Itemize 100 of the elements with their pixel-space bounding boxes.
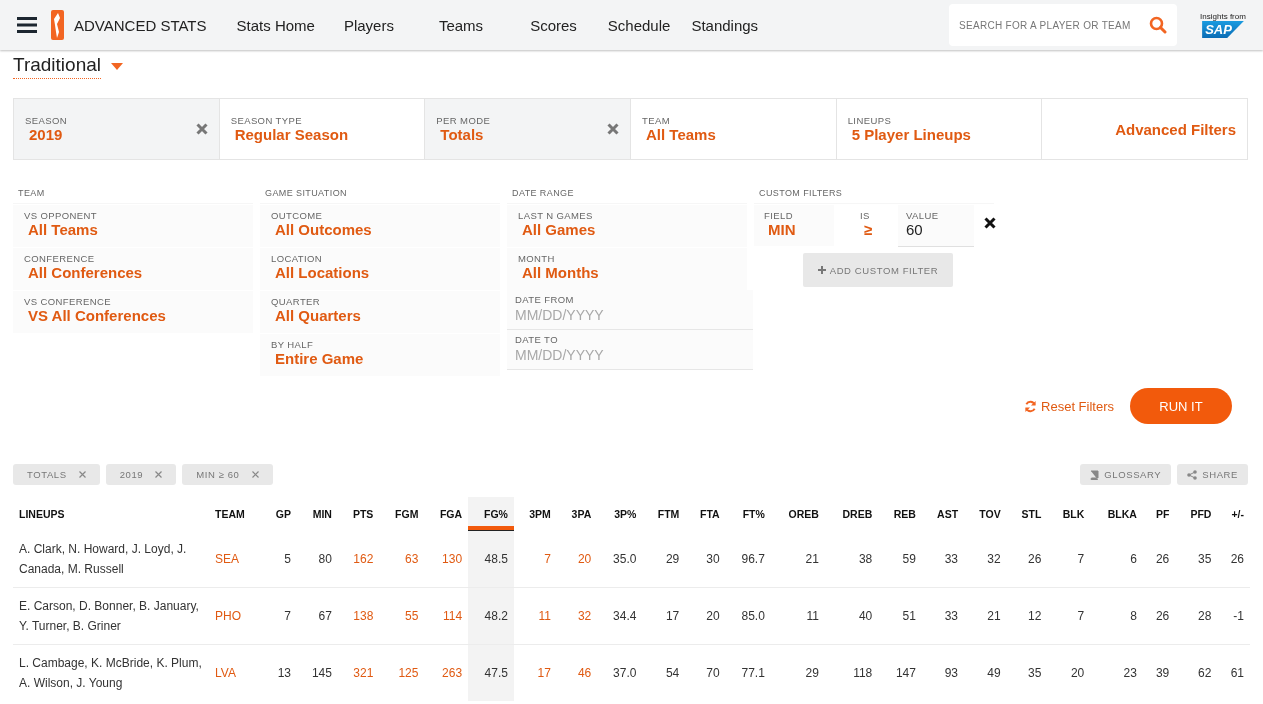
filter-chip[interactable]: TOTALS	[13, 464, 100, 485]
column-header[interactable]: MIN	[297, 497, 338, 531]
reset-filters-link[interactable]: Reset Filters	[1024, 398, 1114, 414]
clear-icon[interactable]	[195, 123, 208, 135]
table-link[interactable]: 263	[442, 666, 463, 680]
remove-icon[interactable]	[984, 217, 996, 229]
nav-link[interactable]: Scores	[530, 16, 577, 34]
column-header[interactable]: FGM	[379, 497, 425, 531]
plus-icon	[817, 266, 826, 274]
column-header[interactable]: TOV	[964, 497, 1007, 531]
column-header[interactable]: FG%	[468, 497, 514, 531]
column-header[interactable]: DREB	[824, 497, 879, 531]
filter-dropdown[interactable]: PER MODE Totals	[425, 99, 631, 159]
date-field[interactable]: MM/DD/YYYY	[515, 305, 745, 323]
column-header[interactable]: 3P%	[597, 497, 643, 531]
table-cell: 34.4	[613, 609, 637, 623]
close-icon[interactable]	[155, 471, 163, 478]
filter-chip[interactable]: MIN ≥ 60	[182, 464, 273, 485]
table-cell: 59	[902, 551, 916, 566]
table-cell: 20	[706, 609, 720, 623]
filter-dropdown[interactable]: QUARTER All Quarters	[260, 291, 500, 333]
close-icon[interactable]	[78, 471, 86, 478]
nav-link[interactable]: Stats Home	[236, 16, 315, 34]
table-cell: 7	[1077, 551, 1085, 566]
sponsor-logo[interactable]: SAP	[1202, 21, 1244, 38]
table-cell: 49	[987, 666, 1001, 680]
operator-dropdown[interactable]: IS ≥	[852, 205, 898, 246]
date-field[interactable]: MM/DD/YYYY	[515, 345, 745, 363]
table-link[interactable]: 63	[405, 551, 419, 566]
table-link[interactable]: 162	[353, 551, 374, 566]
column-header[interactable]: STL	[1006, 497, 1048, 531]
filter-dropdown[interactable]: VS CONFERENCE VS All Conferences	[13, 291, 253, 333]
filter-dropdown[interactable]: LAST N GAMES All Games	[507, 205, 747, 247]
column-header[interactable]: LINEUPS	[13, 497, 209, 531]
run-button[interactable]: RUN IT	[1130, 388, 1232, 424]
filter-dropdown[interactable]: LOCATION All Locations	[260, 248, 500, 290]
menu-icon[interactable]	[17, 17, 37, 33]
table-link[interactable]: 11	[538, 609, 551, 623]
column-header[interactable]: AST	[921, 497, 965, 531]
filter-chip[interactable]: 2019	[105, 464, 177, 485]
search-field[interactable]: SEARCH FOR A PLAYER OR TEAM	[949, 4, 1177, 46]
table-cell: 33	[944, 551, 959, 566]
table-link[interactable]: 7	[544, 551, 551, 566]
table-cell: 40	[858, 609, 873, 623]
add-custom-filter-button[interactable]: ADD CUSTOM FILTER	[803, 253, 953, 287]
table-link[interactable]: 321	[353, 666, 374, 680]
filter-dropdown[interactable]: VS OPPONENT All Teams	[13, 205, 253, 247]
column-header[interactable]: FTA	[685, 497, 726, 531]
column-header[interactable]: PTS	[337, 497, 380, 531]
date-filter[interactable]: DATE FROM MM/DD/YYYY	[507, 290, 753, 330]
nav-link[interactable]: Teams	[438, 16, 484, 34]
filter-dropdown[interactable]: CONFERENCE All Conferences	[13, 248, 253, 290]
table-link[interactable]: 130	[442, 551, 463, 566]
date-filter[interactable]: DATE TO MM/DD/YYYY	[507, 330, 753, 370]
column-header[interactable]: BLKA	[1090, 497, 1143, 531]
nav-link[interactable]: Standings	[691, 16, 759, 34]
table-link[interactable]: 138	[353, 609, 374, 623]
field-dropdown[interactable]: FIELD MIN	[754, 205, 834, 246]
table-cell: 67	[318, 609, 332, 623]
table-link[interactable]: 32	[577, 609, 592, 623]
table-link[interactable]: 20	[577, 551, 592, 566]
table-link[interactable]: 55	[405, 609, 419, 623]
table-link[interactable]: 17	[537, 666, 551, 680]
column-header[interactable]: PFD	[1175, 497, 1218, 531]
filter-dropdown[interactable]: MONTH All Months	[507, 248, 747, 290]
filter-dropdown[interactable]: BY HALF Entire Game	[260, 334, 500, 376]
brand-title[interactable]: ADVANCED STATS	[74, 16, 207, 34]
filter-dropdown[interactable]: OUTCOME All Outcomes	[260, 205, 500, 247]
column-header[interactable]: PF	[1142, 497, 1176, 531]
column-header[interactable]: OREB	[770, 497, 825, 531]
column-header[interactable]: 3PM	[513, 497, 557, 531]
table-link[interactable]: 46	[577, 666, 592, 680]
filter-dropdown[interactable]: SEASON 2019	[14, 99, 220, 159]
column-header[interactable]: REB	[878, 497, 922, 531]
value-field[interactable]: VALUE 60	[898, 205, 974, 247]
column-header[interactable]: TEAM	[209, 497, 263, 531]
table-link[interactable]: SEA	[215, 551, 239, 566]
table-link[interactable]: PHO	[215, 609, 241, 623]
column-header[interactable]: FT%	[725, 497, 771, 531]
search-icon[interactable]	[1149, 16, 1167, 34]
column-header[interactable]: 3PA	[556, 497, 598, 531]
table-link[interactable]: LVA	[215, 666, 236, 680]
table-cell: 32	[987, 551, 1001, 566]
caret-icon[interactable]	[111, 62, 123, 70]
column-header[interactable]: BLK	[1047, 497, 1091, 531]
measure-select[interactable]: Traditional	[13, 53, 101, 79]
table-cell: 8	[1130, 609, 1137, 623]
table-link[interactable]: 125	[398, 666, 419, 680]
column-header[interactable]: +/-	[1217, 497, 1250, 531]
glossary-button[interactable]: GLOSSARY	[1080, 464, 1172, 485]
nav-link[interactable]: Schedule	[607, 16, 671, 34]
column-header[interactable]: FGA	[424, 497, 469, 531]
column-header[interactable]: FTM	[642, 497, 686, 531]
table-link[interactable]: 114	[442, 609, 463, 623]
close-icon[interactable]	[251, 471, 259, 478]
clear-icon[interactable]	[607, 123, 619, 135]
nav-link[interactable]: Players	[343, 16, 394, 34]
column-header[interactable]: GP	[262, 497, 297, 531]
share-button[interactable]: SHARE	[1177, 464, 1248, 485]
logo-icon[interactable]	[51, 10, 64, 40]
